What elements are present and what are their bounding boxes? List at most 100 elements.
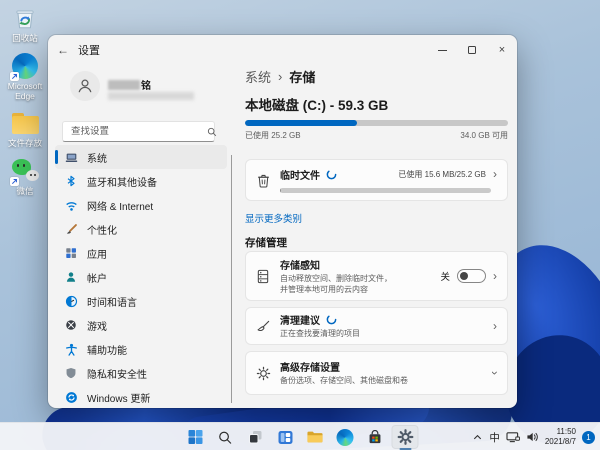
breadcrumb: 系统 › 存储 [245,67,315,86]
disk-title: 本地磁盘 (C:) - 59.3 GB [245,98,389,113]
sidebar-item-bluetooth-devices[interactable]: 蓝牙和其他设备 [55,169,227,193]
temp-files-bar [280,188,491,193]
volume-icon[interactable] [526,431,539,443]
store-icon [369,429,381,443]
sidebar-item-label: 帐户 [87,273,107,285]
shortcut-arrow-icon [10,177,19,187]
loading-spinner-icon [326,314,337,325]
storage-sense-desc-line1: 自动释放空间、删除临时文件， [280,273,392,283]
sidebar-nav: 系统 蓝牙和其他设备 网络 & Internet 个性化 应用 帐户 时间和语言… [55,145,227,408]
task-view-icon [248,431,261,444]
widgets-button[interactable] [272,425,299,449]
storage-sense-card[interactable]: 存储感知 自动释放空间、删除临时文件， 并管理本地可用的云内容 关 › [245,251,508,301]
network-icon[interactable] [506,431,520,443]
avatar[interactable] [70,71,100,101]
chevron-right-icon: › [493,269,497,283]
settings-window: ← 设置 × 铭 系统 [48,35,517,408]
clock-time: 11:50 [556,426,576,436]
sidebar-item-apps[interactable]: 应用 [55,241,227,265]
loading-spinner-icon [326,169,337,180]
desktop-icon-folder[interactable]: 文件存放 [2,109,48,149]
disk-free-label: 34.0 GB 可用 [460,131,508,140]
breadcrumb-parent[interactable]: 系统 [245,67,271,86]
sidebar-item-label: 系统 [87,153,107,165]
clock-date: 2021/8/7 [544,437,576,446]
storage-sense-desc-line2: 并管理本地可用的云内容 [280,284,368,294]
ime-indicator[interactable]: 中 [489,430,500,445]
cleanup-title: 清理建议 [280,316,320,328]
settings-taskbar-button[interactable] [391,425,419,450]
wechat-icon [10,157,39,187]
gaming-icon [64,318,78,332]
storage-sense-toggle-label: 关 [440,272,450,283]
show-more-categories-link[interactable]: 显示更多类别 [245,211,302,225]
taskbar-search-button[interactable] [212,425,239,449]
widgets-icon [278,430,292,444]
task-view-button[interactable] [242,425,269,449]
temp-files-title: 临时文件 [280,171,320,182]
taskbar-clock[interactable]: 11:50 2021/8/7 [545,427,576,448]
sidebar-item-system[interactable]: 系统 [55,145,227,169]
apps-icon [64,246,78,260]
start-button[interactable] [182,425,209,449]
system-icon [64,150,78,164]
selected-indicator [55,150,58,164]
trash-icon [246,173,280,188]
sidebar-item-gaming[interactable]: 游戏 [55,313,227,337]
search-input[interactable] [63,126,207,137]
folder-icon [11,109,39,137]
desktop-icons: 回收站 Microsoft Edge 文件存放 微信 [2,4,48,197]
chevron-up-icon [474,434,482,439]
sidebar-item-time-language[interactable]: 时间和语言 [55,289,227,313]
sidebar-item-privacy-security[interactable]: 隐私和安全性 [55,361,227,385]
search-box[interactable] [62,121,217,142]
desktop-icon-label: 微信 [16,186,34,197]
scrollbar[interactable] [231,155,232,403]
sidebar-item-label: 网络 & Internet [87,201,154,213]
tray-chevron-up[interactable] [472,432,483,443]
sidebar-item-label: 应用 [87,249,107,261]
advanced-storage-card[interactable]: 高级存储设置 备份选项、存储空间、其他磁盘和卷 › [245,351,508,395]
file-explorer-button[interactable] [302,425,329,449]
cleanup-recommendations-card[interactable]: 清理建议 正在查找要清理的项目 › [245,307,508,345]
sidebar-item-label: 个性化 [87,225,117,237]
temp-files-card[interactable]: 临时文件 已使用 15.6 MB/25.2 GB › [245,159,508,201]
sidebar-item-personalization[interactable]: 个性化 [55,217,227,241]
sidebar-item-accessibility[interactable]: 辅助功能 [55,337,227,361]
desktop-icon-wechat[interactable]: 微信 [2,157,48,197]
edge-taskbar-button[interactable] [332,425,359,449]
store-button[interactable] [362,425,389,449]
notification-badge[interactable]: 1 [582,430,595,444]
storage-sense-icon [246,269,280,284]
time-language-icon [64,294,78,308]
temp-files-usage: 已使用 15.6 MB/25.2 GB [398,169,486,179]
desktop-icon-edge[interactable]: Microsoft Edge [2,52,48,102]
advanced-title: 高级存储设置 [280,363,340,375]
sidebar-item-network[interactable]: 网络 & Internet [55,193,227,217]
desktop-icon-label: 回收站 [12,33,38,43]
storage-sense-toggle[interactable] [457,269,486,283]
chevron-down-icon: › [488,371,502,375]
desktop-icon-recycle-bin[interactable]: 回收站 [2,4,48,44]
back-button[interactable]: ← [48,43,78,57]
privacy-shield-icon [64,366,78,380]
chevron-right-icon: › [493,167,497,181]
edge-icon [10,52,39,81]
search-icon [207,127,217,137]
sidebar-item-accounts[interactable]: 帐户 [55,265,227,289]
disk-used-label: 已使用 25.2 GB [245,131,301,140]
breadcrumb-separator: › [278,69,283,84]
file-explorer-icon [307,431,323,443]
user-name: 铭 [108,77,151,92]
storage-management-header: 存储管理 [245,237,287,249]
accounts-icon [64,270,78,284]
advanced-desc: 备份选项、存储空间、其他磁盘和卷 [280,376,408,386]
sidebar-item-label: Windows 更新 [87,393,151,405]
accessibility-icon [64,342,78,356]
personalization-icon [64,222,78,236]
sidebar-item-windows-update[interactable]: Windows 更新 [55,385,227,408]
user-subline-redacted [108,92,194,100]
gear-icon [246,366,280,381]
settings-gear-icon [397,429,413,445]
chevron-right-icon: › [493,319,497,333]
